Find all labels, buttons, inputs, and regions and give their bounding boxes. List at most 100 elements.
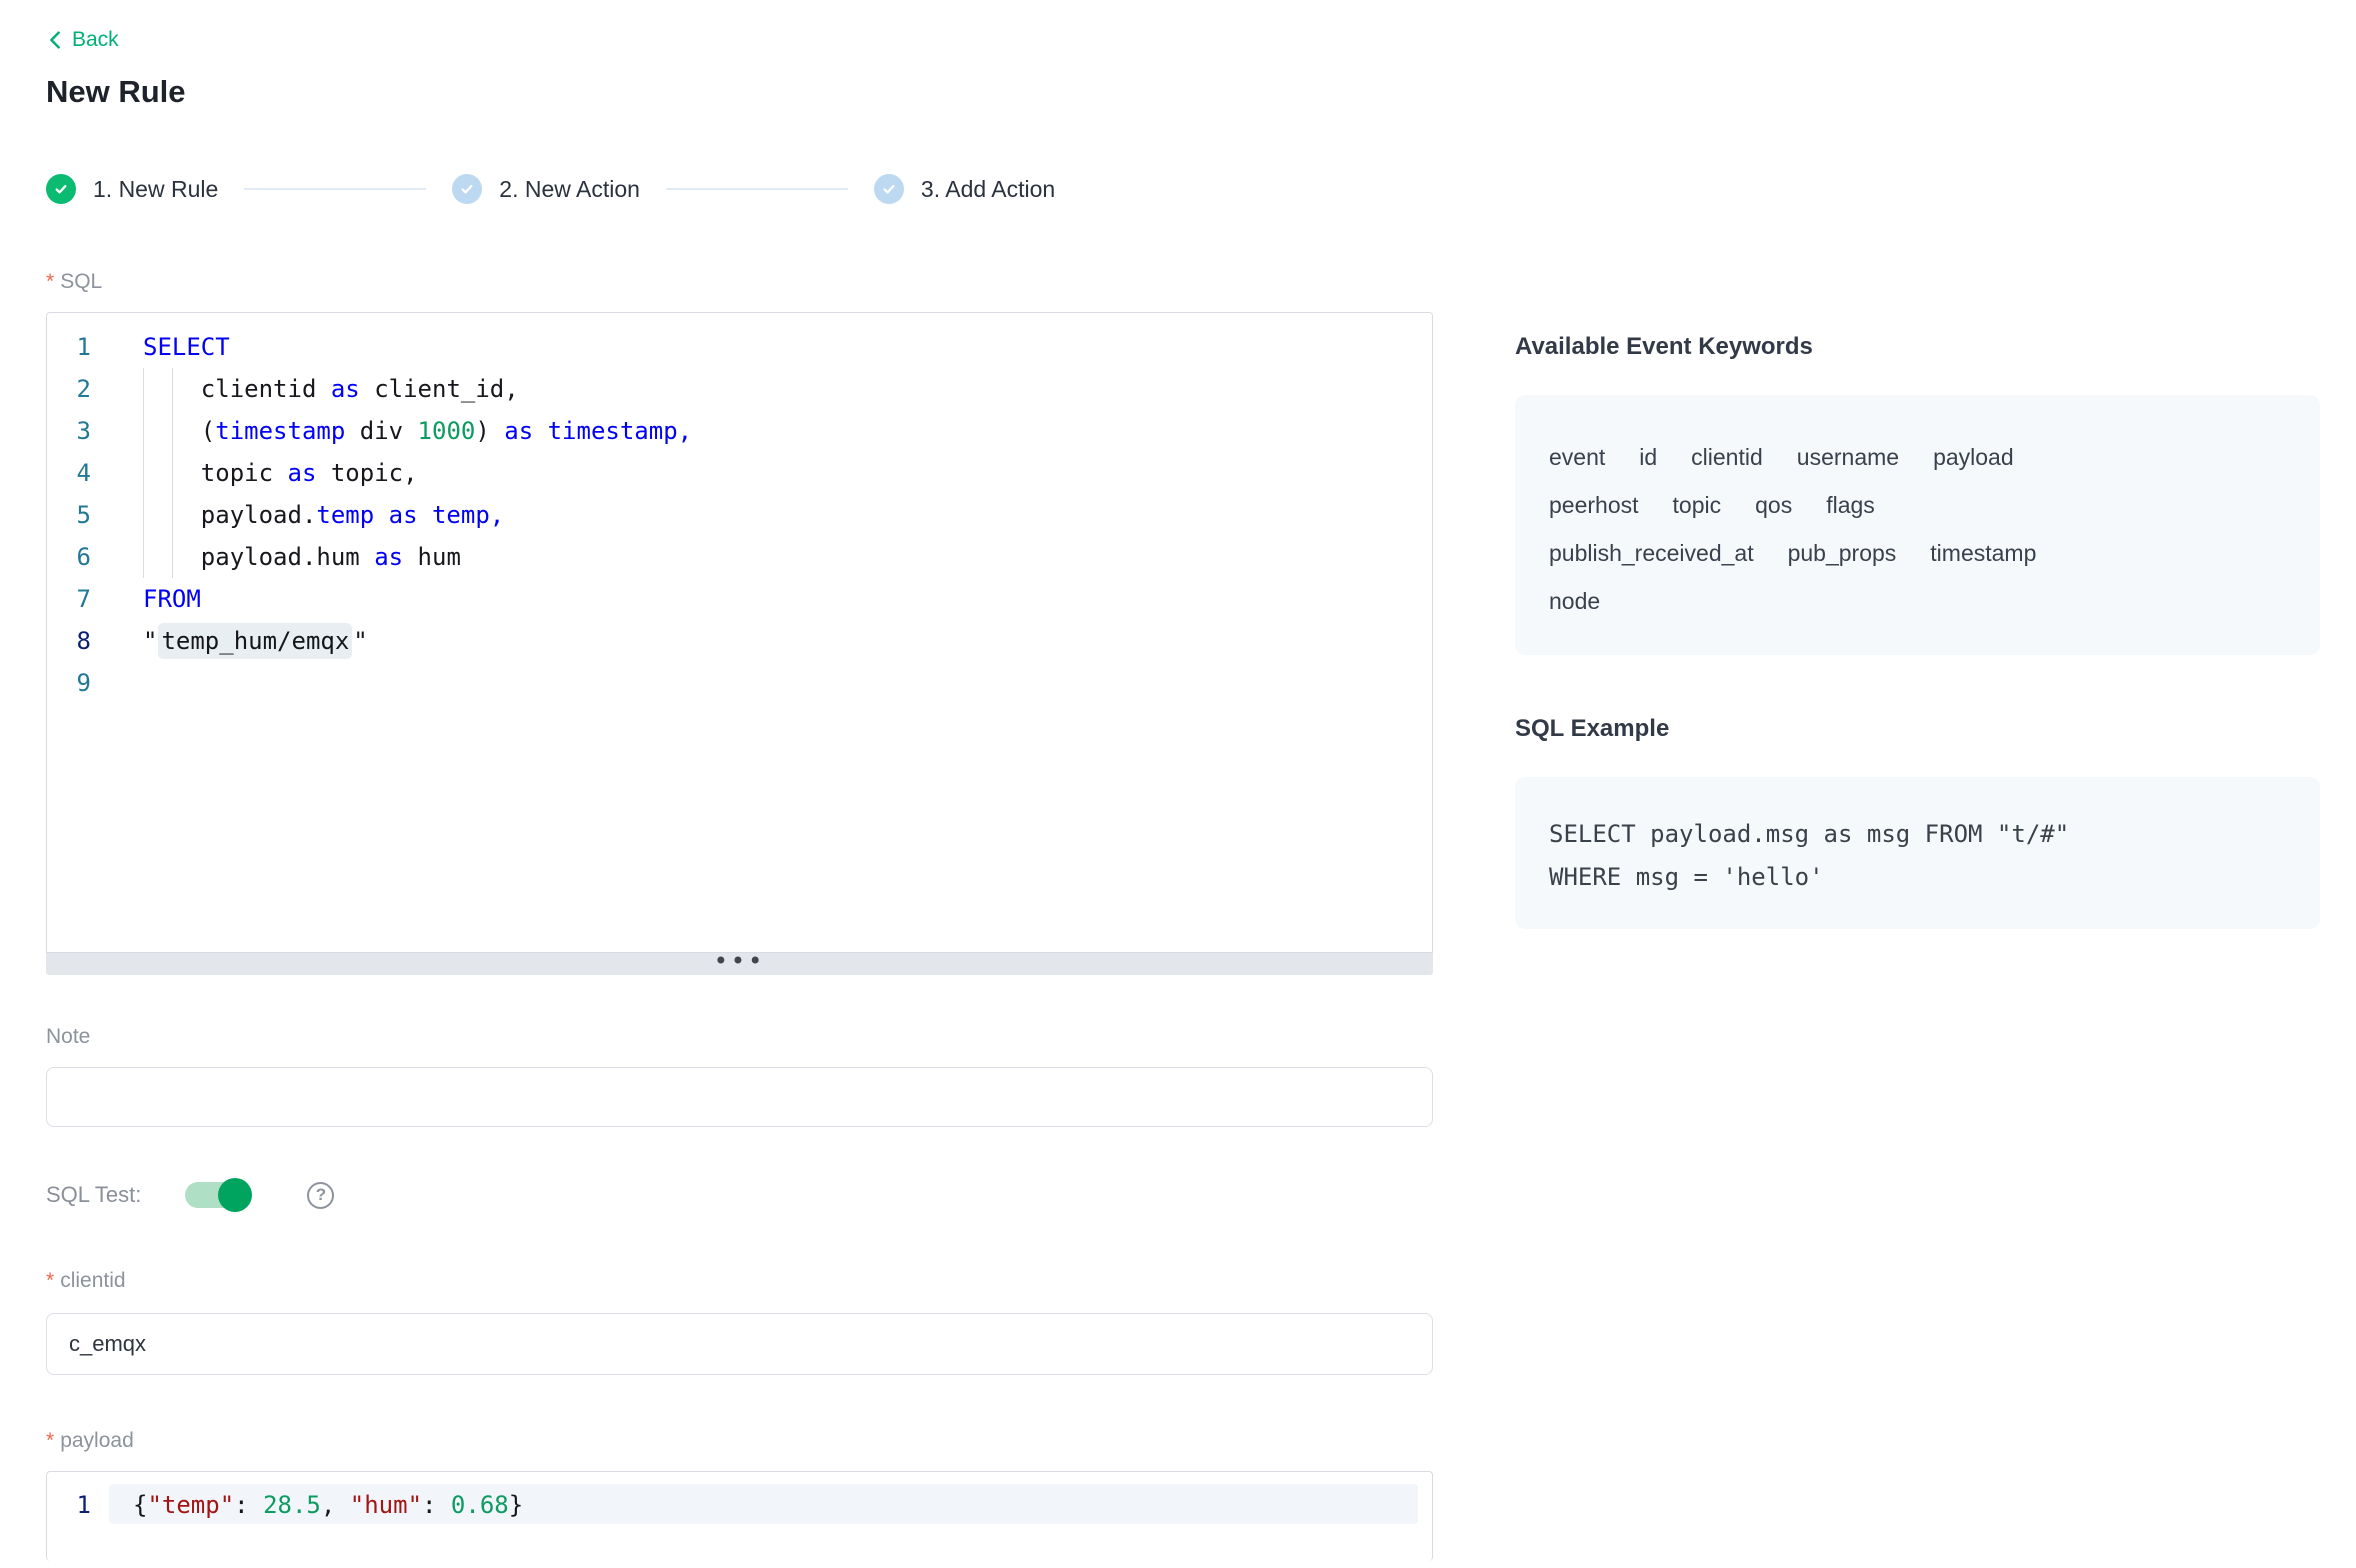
step-label: 2. New Action [499, 176, 640, 203]
editor-line: 3 (timestamp div 1000) as timestamp, [47, 410, 1432, 452]
indent-guide [143, 494, 144, 536]
chevron-left-icon [46, 29, 64, 51]
required-marker: * [46, 1429, 54, 1453]
sql-example-line: WHERE msg = 'hello' [1549, 856, 2286, 899]
line-number: 5 [47, 494, 91, 536]
code-token: ( [143, 417, 215, 445]
sql-editor[interactable]: 1SELECT2 clientid as client_id,3 (timest… [46, 312, 1433, 975]
payload-field-label: * payload [46, 1429, 1433, 1453]
code-content: clientid as client_id, [143, 368, 519, 410]
step-divider [666, 188, 848, 190]
event-keyword[interactable]: id [1639, 444, 1657, 471]
string-token: "temp" [147, 1491, 234, 1519]
sql-example-panel: SELECT payload.msg as msg FROM "t/#"WHER… [1515, 777, 2320, 929]
code-token: " [353, 627, 367, 655]
indent-guide [172, 452, 173, 494]
sql-example-line: SELECT payload.msg as msg FROM "t/#" [1549, 813, 2286, 856]
required-marker: * [46, 1269, 54, 1293]
sql-test-row: SQL Test: ? [46, 1177, 1433, 1213]
page-title: New Rule [46, 74, 1433, 110]
event-keyword[interactable]: topic [1673, 492, 1722, 519]
editor-resize-handle[interactable]: ••• [46, 953, 1433, 975]
code-token: topic [143, 459, 288, 487]
code-content: topic as topic, [143, 452, 418, 494]
keywords-panel: event id clientid username payload peerhost to… [1515, 395, 2320, 655]
code-token: ) [475, 417, 504, 445]
event-keyword[interactable]: payload [1933, 444, 2014, 471]
code-content: (timestamp div 1000) as timestamp, [143, 410, 692, 452]
stepper: 1. New Rule 2. New Action 3. Add Action [46, 174, 1433, 204]
line-number: 4 [47, 452, 91, 494]
code-token: div [345, 417, 417, 445]
event-keyword[interactable]: timestamp [1930, 540, 2036, 567]
indent-guide [172, 368, 173, 410]
line-number: 9 [47, 662, 91, 704]
event-keyword[interactable]: node [1549, 588, 1600, 615]
code-content: FROM [143, 578, 201, 620]
clientid-field-label: * clientid [46, 1269, 1433, 1293]
line-number: 8 [47, 620, 91, 662]
keyword-row: publish_received_at pub_props timestamp [1549, 529, 2286, 577]
line-number: 6 [47, 536, 91, 578]
indent-guide [143, 536, 144, 578]
event-keyword[interactable]: publish_received_at [1549, 540, 1754, 567]
keywords-heading: Available Event Keywords [1515, 333, 2320, 361]
back-link[interactable]: Back [46, 28, 119, 52]
event-keyword[interactable]: qos [1755, 492, 1792, 519]
event-keyword[interactable]: pub_props [1788, 540, 1897, 567]
sql-keyword-token: timestamp [215, 417, 345, 445]
help-icon[interactable]: ? [307, 1182, 334, 1209]
code-content: "temp_hum/emqx" [143, 620, 368, 662]
step-check-icon [874, 174, 904, 204]
payload-editor[interactable]: 1{"temp": 28.5, "hum": 0.68} [46, 1471, 1433, 1561]
step-divider [244, 188, 426, 190]
event-keyword[interactable]: peerhost [1549, 492, 1639, 519]
code-token: } [509, 1491, 523, 1519]
line-number: 2 [47, 368, 91, 410]
event-keyword[interactable]: clientid [1691, 444, 1763, 471]
sql-editor-body[interactable]: 1SELECT2 clientid as client_id,3 (timest… [46, 312, 1433, 953]
code-content: {"temp": 28.5, "hum": 0.68} [133, 1484, 523, 1526]
code-token: { [133, 1491, 147, 1519]
step-label: 3. Add Action [921, 176, 1055, 203]
payload-editor-body[interactable]: 1{"temp": 28.5, "hum": 0.68} [46, 1471, 1433, 1561]
indent-guide [172, 494, 173, 536]
keyword-row: node [1549, 577, 2286, 625]
keyword-row: peerhost topic qos flags [1549, 481, 2286, 529]
step-1[interactable]: 1. New Rule [46, 174, 218, 204]
step-3[interactable]: 3. Add Action [874, 174, 1055, 204]
sql-keyword-token: as [288, 459, 317, 487]
code-token: : [234, 1491, 263, 1519]
editor-line: 4 topic as topic, [47, 452, 1432, 494]
editor-line: 5 payload.temp as temp, [47, 494, 1432, 536]
line-number: 7 [47, 578, 91, 620]
sql-keyword-token: as [331, 375, 360, 403]
number-token: 1000 [418, 417, 476, 445]
sql-test-label: SQL Test: [46, 1182, 141, 1208]
code-token: : [422, 1491, 451, 1519]
indent-guide [143, 410, 144, 452]
indent-guide [143, 452, 144, 494]
indent-guide [172, 536, 173, 578]
highlighted-token: temp_hum/emqx [158, 623, 352, 659]
code-token: " [143, 627, 157, 655]
event-keyword[interactable]: username [1797, 444, 1899, 471]
editor-line: 6 payload.hum as hum [47, 536, 1432, 578]
indent-guide [143, 368, 144, 410]
number-token: 28.5 [263, 1491, 321, 1519]
clientid-input[interactable] [46, 1313, 1433, 1375]
sql-keyword-token: as timestamp, [504, 417, 692, 445]
event-keyword[interactable]: flags [1826, 492, 1875, 519]
step-2[interactable]: 2. New Action [452, 174, 640, 204]
sql-test-toggle[interactable] [185, 1182, 249, 1208]
sql-keyword-token: FROM [143, 585, 201, 613]
new-rule-page: Back New Rule 1. New Rule 2. New Action 3.… [0, 0, 2356, 1561]
editor-line: 8 "temp_hum/emqx" [47, 620, 1432, 662]
code-token: , [321, 1491, 350, 1519]
line-number: 3 [47, 410, 91, 452]
code-content: payload.hum as hum [143, 536, 461, 578]
note-input[interactable] [46, 1067, 1433, 1127]
sql-example-heading: SQL Example [1515, 715, 2320, 743]
event-keyword[interactable]: event [1549, 444, 1605, 471]
editor-line: 7 FROM [47, 578, 1432, 620]
